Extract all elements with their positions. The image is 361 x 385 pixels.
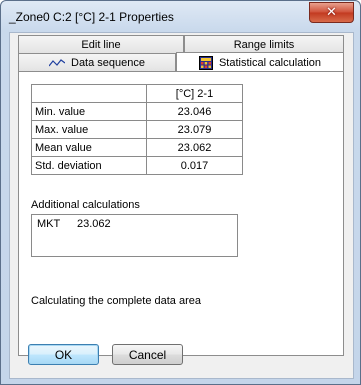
row-label: Mean value xyxy=(31,138,147,157)
dialog-client-area: Edit line Range limits Data sequence Sta… xyxy=(9,32,354,379)
table-row: Std. deviation 0.017 xyxy=(31,156,243,175)
row-label: Min. value xyxy=(31,102,147,121)
cancel-button-label: Cancel xyxy=(128,347,167,362)
close-button[interactable]: ✕ xyxy=(309,2,354,23)
tab-label: Range limits xyxy=(233,38,295,51)
line-graph-icon xyxy=(49,58,65,68)
ok-button-label: OK xyxy=(54,347,73,362)
calculator-icon xyxy=(198,55,213,70)
tab-statistical-calculation[interactable]: Statistical calculation xyxy=(176,52,344,72)
statistics-panel: [°C] 2-1 Min. value 23.046 Max. value 23… xyxy=(18,71,344,356)
close-icon: ✕ xyxy=(326,5,337,20)
table-header-row: [°C] 2-1 xyxy=(31,84,243,103)
tab-data-sequence[interactable]: Data sequence xyxy=(18,53,176,71)
column-header: [°C] 2-1 xyxy=(146,84,243,103)
mkt-value: 23.062 xyxy=(77,218,111,230)
additional-calculations-heading: Additional calculations xyxy=(31,199,140,211)
calculation-scope-note: Calculating the complete data area xyxy=(31,295,201,307)
window-title: _Zone0 C:2 [°C] 2-1 Properties xyxy=(9,10,174,24)
tab-edit-line[interactable]: Edit line xyxy=(18,35,184,53)
row-label: Std. deviation xyxy=(31,156,147,175)
tab-label: Edit line xyxy=(81,38,121,51)
statistics-table: [°C] 2-1 Min. value 23.046 Max. value 23… xyxy=(31,84,243,175)
row-label: Max. value xyxy=(31,120,147,139)
title-bar[interactable]: _Zone0 C:2 [°C] 2-1 Properties ✕ xyxy=(1,1,360,31)
mkt-label: MKT xyxy=(37,218,61,230)
row-value: 23.046 xyxy=(146,102,243,121)
properties-window: _Zone0 C:2 [°C] 2-1 Properties ✕ Edit li… xyxy=(0,0,361,385)
cancel-button[interactable]: Cancel xyxy=(112,344,183,365)
tab-label: Data sequence xyxy=(71,56,145,69)
tab-range-limits[interactable]: Range limits xyxy=(184,35,344,53)
row-value: 23.079 xyxy=(146,120,243,139)
ok-button[interactable]: OK xyxy=(28,344,99,365)
row-value: 23.062 xyxy=(146,138,243,157)
row-value: 0.017 xyxy=(146,156,243,175)
tab-label: Statistical calculation xyxy=(218,56,322,69)
additional-calculations-box[interactable]: MKT 23.062 xyxy=(31,214,238,257)
table-corner-cell xyxy=(31,84,147,103)
table-row: Min. value 23.046 xyxy=(31,102,243,121)
table-row: Max. value 23.079 xyxy=(31,120,243,139)
table-row: Mean value 23.062 xyxy=(31,138,243,157)
